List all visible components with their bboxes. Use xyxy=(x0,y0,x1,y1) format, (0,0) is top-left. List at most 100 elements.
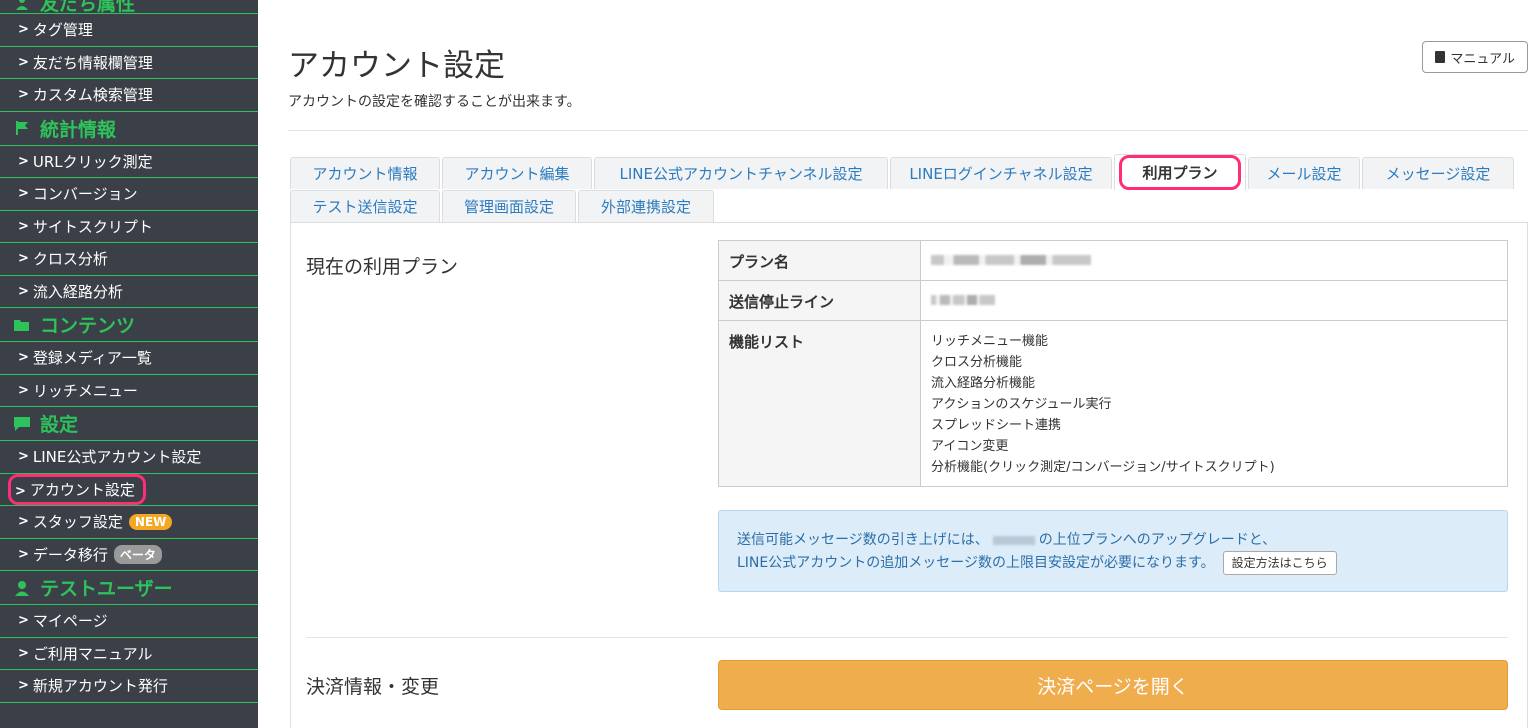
tab-message-settings[interactable]: メッセージ設定 xyxy=(1362,157,1514,189)
chevron-right-icon: > xyxy=(18,645,29,661)
chevron-right-icon: > xyxy=(18,54,29,70)
sidebar-item-label: マイページ xyxy=(32,612,108,631)
tab-external-integration[interactable]: 外部連携設定 xyxy=(578,190,714,222)
tab-label: アカウント情報 xyxy=(312,165,418,183)
sidebar-item-friend-info[interactable]: > 友だち情報欄管理 xyxy=(0,47,258,79)
sidebar-section-contents: コンテンツ xyxy=(0,308,258,342)
sidebar-item-label: 流入経路分析 xyxy=(32,282,123,301)
tab-label: LINEログインチャネル設定 xyxy=(909,165,1093,183)
chevron-right-icon: > xyxy=(18,546,29,562)
tab-label: LINE公式アカウントチャンネル設定 xyxy=(619,165,863,183)
sidebar-item-staff-settings[interactable]: > スタッフ設定 NEW xyxy=(0,506,258,539)
payment-title: 決済情報・変更 xyxy=(306,676,440,698)
feature-item: リッチメニュー機能 xyxy=(931,334,1049,349)
person-icon xyxy=(12,0,32,11)
feature-item: アクションのスケジュール実行 xyxy=(931,397,1112,412)
features-label: 機能リスト xyxy=(718,320,921,487)
tab-label: テスト送信設定 xyxy=(312,198,418,216)
manual-button-label: マニュアル xyxy=(1450,51,1515,67)
feature-item: 流入経路分析機能 xyxy=(931,376,1036,391)
user-icon xyxy=(12,580,32,596)
sidebar: 友だち属性 > タグ管理 > 友だち情報欄管理 > カスタム検索管理 統計情報 > UR… xyxy=(0,0,258,728)
chevron-right-icon: > xyxy=(18,613,29,629)
chevron-right-icon: > xyxy=(15,483,26,499)
sidebar-item-site-script[interactable]: > サイトスクリプト xyxy=(0,211,258,243)
highlight-box: > アカウント設定 xyxy=(8,473,146,505)
plan-name-value xyxy=(920,240,1508,281)
manual-button[interactable]: マニュアル xyxy=(1422,41,1528,73)
feature-item: アイコン変更 xyxy=(931,439,1009,454)
feature-item: スプレッドシート連携 xyxy=(931,418,1062,433)
sidebar-item-user-manual[interactable]: > ご利用マニュアル xyxy=(0,638,258,670)
tab-line-login-channel[interactable]: LINEログインチャネル設定 xyxy=(890,157,1112,189)
sidebar-section-friend-attributes: 友だち属性 xyxy=(0,0,258,15)
header-divider xyxy=(288,130,1528,131)
sidebar-section-statistics: 統計情報 xyxy=(0,112,258,146)
open-payment-page-button[interactable]: 決済ページを開く xyxy=(718,660,1508,710)
sidebar-item-data-migration[interactable]: > データ移行 ベータ xyxy=(0,539,258,571)
blurred-value xyxy=(931,295,995,305)
table-row: 機能リスト リッチメニュー機能 クロス分析機能 流入経路分析機能 アクションのス… xyxy=(718,320,1508,487)
sidebar-section-title: 設定 xyxy=(40,414,79,436)
page-title: アカウント設定 xyxy=(288,48,505,84)
stop-line-value xyxy=(920,280,1508,321)
sidebar-section-title: コンテンツ xyxy=(40,315,136,337)
sidebar-section-title: 統計情報 xyxy=(40,118,117,141)
sidebar-section-title: 友だち属性 xyxy=(40,0,136,15)
tab-account-info[interactable]: アカウント情報 xyxy=(290,157,440,189)
chevron-right-icon: > xyxy=(18,87,29,103)
sidebar-item-line-official-settings[interactable]: > LINE公式アカウント設定 xyxy=(0,441,258,474)
beta-badge: ベータ xyxy=(113,544,162,564)
chevron-right-icon: > xyxy=(18,251,29,267)
sidebar-item-account-settings[interactable]: > アカウント設定 xyxy=(0,473,258,506)
stop-line-label: 送信停止ライン xyxy=(718,280,921,321)
sidebar-item-label: タグ管理 xyxy=(32,21,93,40)
new-badge: NEW xyxy=(128,513,173,530)
tab-test-send[interactable]: テスト送信設定 xyxy=(290,190,440,222)
sidebar-item-label: リッチメニュー xyxy=(32,381,138,400)
tab-account-edit[interactable]: アカウント編集 xyxy=(442,157,592,189)
sidebar-item-rich-menu[interactable]: > リッチメニュー xyxy=(0,375,258,407)
tab-label: アカウント編集 xyxy=(464,165,570,183)
sidebar-item-cross-analysis[interactable]: > クロス分析 xyxy=(0,243,258,276)
sidebar-item-conversion[interactable]: > コンバージョン xyxy=(0,178,258,211)
info-line-1: 送信可能メッセージ数の引き上げには、 の上位プランへのアップグレードと、 xyxy=(737,529,1489,551)
section-divider xyxy=(306,637,1508,638)
tab-admin-screen[interactable]: 管理画面設定 xyxy=(442,190,576,222)
how-to-setup-button[interactable]: 設定方法はこちら xyxy=(1222,551,1337,575)
tab-label: メール設定 xyxy=(1266,165,1342,183)
tab-line-channel-settings[interactable]: LINE公式アカウントチャンネル設定 xyxy=(594,157,888,189)
sidebar-item-label: 新規アカウント発行 xyxy=(32,677,168,696)
sidebar-item-new-account[interactable]: > 新規アカウント発行 xyxy=(0,670,258,703)
sidebar-item-custom-search[interactable]: > カスタム検索管理 xyxy=(0,79,258,112)
main-content: アカウント設定 アカウントの設定を確認することが出来ます。 マニュアル アカウン… xyxy=(258,0,1536,728)
blurred-value xyxy=(931,255,1091,265)
plan-table: プラン名 送信停止ライン 機能リスト リッチメニュー機能 クロス分析機能 流入経… xyxy=(718,240,1508,487)
sidebar-item-my-page[interactable]: > マイページ xyxy=(0,605,258,638)
sidebar-item-media-list[interactable]: > 登録メディア一覧 xyxy=(0,342,258,375)
sidebar-item-inflow-analysis[interactable]: > 流入経路分析 xyxy=(0,276,258,308)
sidebar-item-label: アカウント設定 xyxy=(29,480,135,499)
flag-icon xyxy=(12,120,32,136)
sidebar-item-label: クロス分析 xyxy=(32,250,108,269)
highlight-box: 利用プラン xyxy=(1119,155,1241,190)
upgrade-info-alert: 送信可能メッセージ数の引き上げには、 の上位プランへのアップグレードと、 LINE… xyxy=(718,510,1508,592)
chevron-right-icon: > xyxy=(18,153,29,169)
sidebar-item-label: 登録メディア一覧 xyxy=(32,349,152,368)
chevron-right-icon: > xyxy=(18,218,29,234)
sidebar-section-test-user: テストユーザー xyxy=(0,571,258,605)
blurred-value xyxy=(992,535,1035,545)
info-text: LINE公式アカウントの追加メッセージ数の上限目安設定が必要になります。 xyxy=(737,555,1215,571)
info-text: 送信可能メッセージ数の引き上げには、 xyxy=(737,532,989,548)
tab-plan[interactable]: 利用プラン xyxy=(1114,154,1246,190)
sidebar-item-tag-management[interactable]: > タグ管理 xyxy=(0,14,258,47)
sidebar-item-label: 友だち情報欄管理 xyxy=(32,53,153,72)
sidebar-item-label: URLクリック測定 xyxy=(32,152,153,171)
sidebar-item-url-click[interactable]: > URLクリック測定 xyxy=(0,146,258,178)
chevron-right-icon: > xyxy=(18,678,29,694)
folder-icon xyxy=(12,317,32,333)
tab-label: 外部連携設定 xyxy=(600,198,691,216)
sidebar-item-label: サイトスクリプト xyxy=(32,217,153,236)
plan-name-label: プラン名 xyxy=(718,240,921,281)
tab-mail-settings[interactable]: メール設定 xyxy=(1248,157,1360,189)
